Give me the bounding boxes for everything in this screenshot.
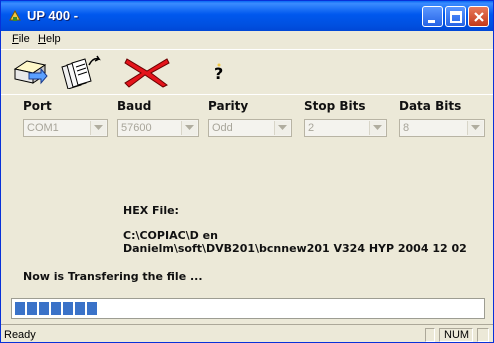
toolbar-divider (1, 94, 493, 95)
progress-segment (51, 302, 61, 315)
data-bits-select[interactable]: 8 (399, 119, 485, 137)
baud-label: Baud (117, 99, 152, 113)
maximize-icon (450, 11, 462, 23)
menu-help[interactable]: Help (38, 33, 61, 45)
port-select[interactable]: COM1 (23, 119, 108, 137)
parity-select[interactable]: Odd (208, 119, 292, 137)
menu-file[interactable]: File (12, 33, 30, 45)
maximize-button[interactable] (445, 6, 466, 27)
menu-bar: File Help (1, 31, 493, 48)
toolbar: ? (1, 49, 493, 95)
file-path-line1: C:\COPIAC\D en (123, 229, 218, 242)
chevron-down-icon[interactable] (369, 121, 385, 135)
chevron-down-icon[interactable] (90, 121, 106, 135)
file-path-line2: Danielm\soft\DVB201\bcnnew201 V324 HYP 2… (123, 242, 467, 255)
window-title: UP 400 - (27, 8, 79, 23)
close-icon (474, 12, 484, 22)
progress-segment (27, 302, 37, 315)
port-label: Port (23, 99, 52, 113)
progress-segment (87, 302, 97, 315)
chevron-down-icon[interactable] (467, 121, 483, 135)
parity-label: Parity (208, 99, 249, 113)
app-icon (9, 9, 21, 21)
chevron-down-icon[interactable] (181, 121, 197, 135)
hex-file-heading: HEX File: (123, 204, 179, 217)
progress-segment (63, 302, 73, 315)
progress-segment (75, 302, 85, 315)
transfer-status-message: Now is Transfering the file ... (23, 270, 203, 283)
app-window: UP 400 - File Help ? Port Baud Parity St… (0, 0, 494, 343)
cancel-icon[interactable] (121, 55, 171, 89)
send-icon[interactable] (11, 55, 51, 89)
chevron-down-icon[interactable] (274, 121, 290, 135)
open-files-icon[interactable] (59, 55, 101, 89)
status-panel-empty (425, 328, 435, 342)
progress-segment (15, 302, 25, 315)
help-icon[interactable]: ? (211, 55, 229, 89)
svg-text:?: ? (214, 64, 223, 83)
num-lock-indicator: NUM (439, 328, 473, 342)
data-bits-label: Data Bits (399, 99, 462, 113)
stop-bits-select[interactable]: 2 (304, 119, 387, 137)
progress-segment (39, 302, 49, 315)
minimize-button[interactable] (422, 6, 443, 27)
stop-bits-label: Stop Bits (304, 99, 366, 113)
status-panel-empty (477, 328, 489, 342)
status-bar: Ready NUM (1, 324, 493, 342)
baud-select[interactable]: 57600 (117, 119, 199, 137)
title-bar[interactable]: UP 400 - (1, 1, 493, 31)
transfer-progress-bar (11, 298, 485, 319)
minimize-icon (428, 20, 435, 23)
close-button[interactable] (468, 6, 489, 27)
status-text: Ready (4, 329, 36, 341)
